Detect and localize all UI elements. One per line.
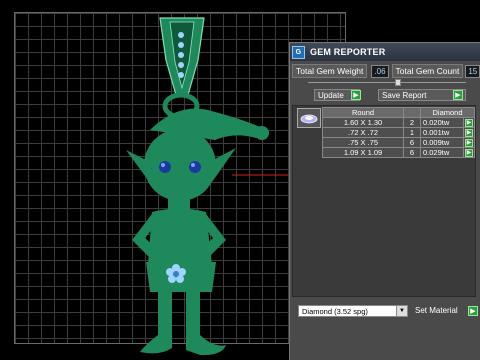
totals-row: Total Gem Weight .06 Total Gem Count 15 (290, 64, 480, 78)
row-go-cell: ▶ (463, 147, 475, 158)
table-row[interactable]: 1.60 X 1.30 2 0.020tw ▶ (322, 117, 475, 128)
row-go-icon[interactable]: ▶ (465, 148, 473, 157)
right-shoe (186, 335, 226, 356)
col-header-diamond: Diamond (420, 107, 475, 118)
col-header-count (403, 107, 421, 118)
elf-body (148, 208, 212, 265)
update-go-icon[interactable]: ▶ (351, 90, 361, 100)
right-eye-gem (189, 161, 201, 173)
gem-weight: 0.001tw (420, 127, 464, 138)
gem-reporter-logo-icon: G (292, 45, 305, 59)
row-go-icon[interactable]: ▶ (465, 138, 473, 147)
col-header-round: Round (322, 107, 404, 118)
material-row: Diamond (3.52 spg) ▼ Set Material ▶ (290, 305, 480, 319)
material-select-value: Diamond (3.52 spg) (302, 307, 368, 316)
left-eye-gem (159, 161, 171, 173)
gem-size: .75 X .75 (322, 137, 404, 148)
left-shoe (140, 335, 172, 354)
gem-thumbnail-icon[interactable] (297, 108, 321, 128)
gem-table-area: Round Diamond 1.60 X 1.30 2 0.020tw ▶ .7… (292, 105, 476, 297)
button-row: Update ▶ Save Report ▶ (290, 89, 480, 101)
total-count-label: Total Gem Count (391, 64, 464, 78)
gem-size: 1.60 X 1.30 (322, 117, 404, 128)
save-go-icon[interactable]: ▶ (453, 90, 463, 100)
table-row[interactable]: 1.09 X 1.09 6 0.029tw ▶ (322, 147, 475, 158)
material-select[interactable]: Diamond (3.52 spg) ▼ (298, 305, 408, 317)
gem-weight: 0.020tw (420, 117, 464, 128)
total-count-value: 15 (465, 64, 480, 78)
table-row[interactable]: .72 X .72 1 0.001tw ▶ (322, 127, 475, 138)
save-report-label: Save Report (382, 91, 427, 100)
gem-count: 6 (403, 147, 421, 158)
gem-count: 1 (403, 127, 421, 138)
table-row[interactable]: .75 X .75 6 0.009tw ▶ (322, 137, 475, 148)
row-go-cell: ▶ (463, 117, 475, 128)
elf-head (144, 129, 216, 201)
slider-track (308, 82, 466, 83)
gem-table: Round Diamond 1.60 X 1.30 2 0.020tw ▶ .7… (322, 107, 475, 158)
gem-count: 6 (403, 137, 421, 148)
panel-titlebar: G GEM REPORTER (290, 43, 480, 61)
total-weight-value: .06 (371, 64, 389, 78)
row-go-icon[interactable]: ▶ (465, 118, 473, 127)
gem-reporter-panel: G GEM REPORTER Total Gem Weight .06 Tota… (289, 42, 480, 360)
panel-title: GEM REPORTER (310, 47, 386, 57)
row-go-cell: ▶ (463, 127, 475, 138)
slider-thumb[interactable] (395, 79, 401, 86)
gem-weight: 0.009tw (420, 137, 464, 148)
gem-size: .72 X .72 (322, 127, 404, 138)
total-weight-label: Total Gem Weight (292, 64, 368, 78)
gem-size: 1.09 X 1.09 (322, 147, 404, 158)
row-go-cell: ▶ (463, 137, 475, 148)
set-material-label: Set Material (415, 306, 458, 315)
gem-count: 2 (403, 117, 421, 128)
update-label: Update (318, 91, 344, 100)
chevron-down-icon[interactable]: ▼ (396, 306, 407, 316)
bail-gem (178, 32, 184, 38)
set-material-go-icon[interactable]: ▶ (468, 306, 478, 316)
gem-weight: 0.029tw (420, 147, 464, 158)
row-go-icon[interactable]: ▶ (465, 128, 473, 137)
